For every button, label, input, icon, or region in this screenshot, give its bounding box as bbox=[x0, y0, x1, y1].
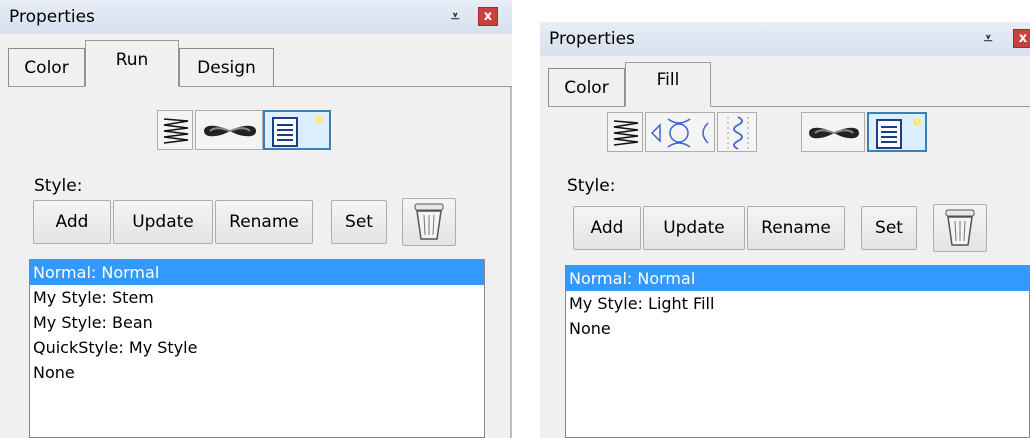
style-label: Style: bbox=[34, 176, 83, 196]
close-icon[interactable]: x bbox=[478, 7, 498, 26]
tab-strip-line bbox=[711, 106, 1030, 107]
tab-color[interactable]: Color bbox=[548, 68, 625, 106]
tab-color-label: Color bbox=[24, 58, 69, 78]
zigzag-fill-icon[interactable] bbox=[607, 112, 643, 152]
style-label: Style: bbox=[567, 176, 616, 196]
bean-fill-icon[interactable] bbox=[801, 112, 865, 152]
delete-button[interactable] bbox=[402, 198, 456, 246]
tab-run[interactable]: Run bbox=[85, 40, 179, 87]
tab-design[interactable]: Design bbox=[179, 48, 274, 86]
right-title-bar: Properties ⩡ x bbox=[540, 22, 1030, 56]
tab-fill-label: Fill bbox=[656, 70, 680, 90]
rename-button[interactable]: Rename bbox=[747, 206, 845, 250]
list-item[interactable]: Normal: Normal bbox=[566, 266, 1029, 291]
update-button[interactable]: Update bbox=[643, 206, 745, 250]
right-style-list[interactable]: Normal: Normal My Style: Light Fill None bbox=[565, 265, 1030, 438]
list-item[interactable]: My Style: Bean bbox=[30, 310, 484, 335]
tab-color[interactable]: Color bbox=[8, 48, 85, 86]
tab-run-label: Run bbox=[115, 50, 149, 70]
wave-fill-icon[interactable] bbox=[717, 112, 757, 152]
list-item[interactable]: None bbox=[30, 360, 484, 385]
left-panel-title: Properties bbox=[9, 7, 95, 27]
close-icon[interactable]: x bbox=[1013, 29, 1030, 48]
bean-stitch-icon[interactable] bbox=[195, 110, 263, 150]
list-item[interactable]: None bbox=[566, 316, 1029, 341]
left-properties-panel: Properties ⩡ x Color Run Design Style: A… bbox=[0, 0, 512, 438]
left-style-list-items: Normal: Normal My Style: Stem My Style: Be… bbox=[30, 260, 484, 385]
list-item[interactable]: My Style: Light Fill bbox=[566, 291, 1029, 316]
tab-color-label: Color bbox=[564, 78, 609, 98]
trash-can-icon bbox=[945, 209, 975, 246]
set-button[interactable]: Set bbox=[331, 200, 387, 244]
list-item[interactable]: Normal: Normal bbox=[30, 260, 484, 285]
add-button[interactable]: Add bbox=[33, 200, 111, 244]
delete-button[interactable] bbox=[933, 204, 987, 252]
tab-strip-line bbox=[548, 106, 625, 107]
pattern-fill-icon[interactable] bbox=[645, 112, 715, 152]
rename-button[interactable]: Rename bbox=[215, 200, 313, 244]
left-title-bar: Properties ⩡ x bbox=[0, 0, 512, 34]
pin-icon[interactable]: ⩡ bbox=[984, 29, 992, 47]
list-item[interactable]: QuickStyle: My Style bbox=[30, 335, 484, 360]
update-button[interactable]: Update bbox=[113, 200, 213, 244]
right-panel-title: Properties bbox=[549, 29, 635, 49]
tab-fill[interactable]: Fill bbox=[625, 62, 711, 107]
left-style-list[interactable]: Normal: Normal My Style: Stem My Style: Be… bbox=[29, 259, 485, 438]
style-page-icon[interactable] bbox=[263, 110, 331, 150]
add-button[interactable]: Add bbox=[573, 206, 641, 250]
trash-can-icon bbox=[414, 203, 444, 240]
right-style-list-items: Normal: Normal My Style: Light Fill None bbox=[566, 266, 1029, 341]
pin-icon[interactable]: ⩡ bbox=[451, 7, 459, 25]
set-button[interactable]: Set bbox=[861, 206, 917, 250]
right-properties-panel: Properties ⩡ x Color Fill Style: Add Upd… bbox=[540, 22, 1030, 438]
zigzag-run-icon[interactable] bbox=[157, 110, 193, 150]
style-page-icon[interactable] bbox=[867, 112, 927, 152]
tab-design-label: Design bbox=[197, 58, 256, 78]
list-item[interactable]: My Style: Stem bbox=[30, 285, 484, 310]
